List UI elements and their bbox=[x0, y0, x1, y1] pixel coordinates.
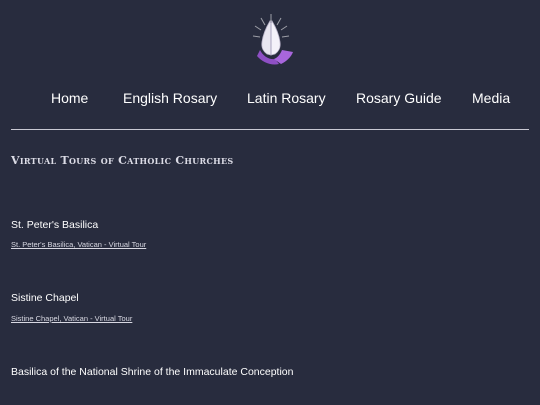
praying-hands-icon bbox=[252, 14, 293, 65]
page-title: Virtual Tours of Catholic Churches bbox=[11, 154, 234, 167]
header-divider bbox=[11, 129, 529, 130]
nav-home[interactable]: Home bbox=[51, 90, 88, 106]
church-name-st-peters: St. Peter's Basilica bbox=[11, 219, 99, 231]
page: Home English Rosary Latin Rosary Rosary … bbox=[0, 0, 540, 405]
church-link-sistine-chapel[interactable]: Sistine Chapel, Vatican - Virtual Tour bbox=[11, 314, 132, 323]
nav-media[interactable]: Media bbox=[472, 90, 510, 106]
church-name-sistine-chapel: Sistine Chapel bbox=[11, 292, 79, 304]
nav-english-rosary[interactable]: English Rosary bbox=[123, 90, 217, 106]
main-nav: Home English Rosary Latin Rosary Rosary … bbox=[0, 90, 540, 110]
church-link-st-peters[interactable]: St. Peter's Basilica, Vatican - Virtual … bbox=[11, 240, 146, 249]
nav-latin-rosary[interactable]: Latin Rosary bbox=[247, 90, 326, 106]
church-name-national-shrine: Basilica of the National Shrine of the I… bbox=[11, 366, 294, 378]
nav-rosary-guide[interactable]: Rosary Guide bbox=[356, 90, 442, 106]
site-logo[interactable] bbox=[247, 12, 297, 66]
